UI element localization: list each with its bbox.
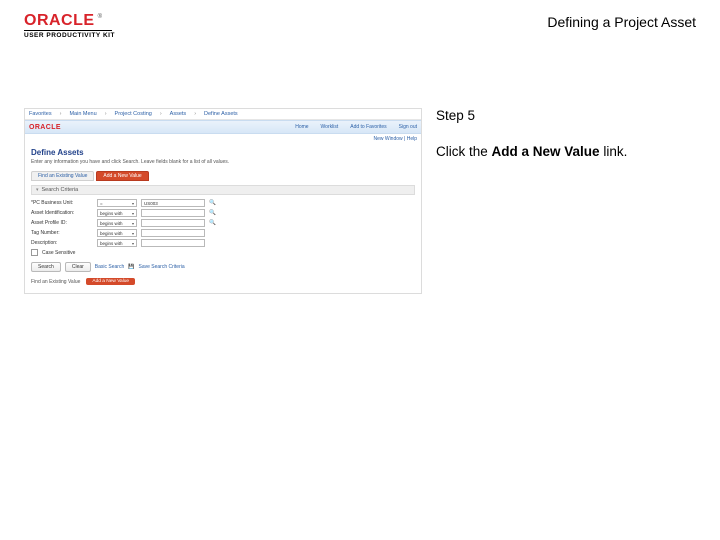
instr-suffix: link. <box>600 144 628 159</box>
lookup-icon[interactable]: 🔍 <box>209 210 216 216</box>
button-row: Search Clear Basic Search 💾 Save Search … <box>31 262 415 272</box>
chevron-down-icon: ▾ <box>132 231 134 236</box>
input-asset-profile[interactable] <box>141 219 205 227</box>
link-sign-out[interactable]: Sign out <box>399 124 417 130</box>
app-menu-row: New Window | Help <box>25 134 421 144</box>
instr-prefix: Click the <box>436 144 492 159</box>
instruction-text: Click the Add a New Value link. <box>436 143 696 161</box>
label-asset-profile: Asset Profile ID: <box>31 220 93 226</box>
footer-add-new-value[interactable]: Add a New Value <box>86 278 135 285</box>
chevron-down-icon: ▾ <box>132 201 134 206</box>
crumb-define-assets[interactable]: Define Assets <box>204 111 238 117</box>
search-criteria-header[interactable]: ▾ Search Criteria <box>31 185 415 195</box>
crumb-favorites[interactable]: Favorites <box>29 111 52 117</box>
instruction-column: Step 5 Click the Add a New Value link. <box>436 108 696 540</box>
instr-bold: Add a New Value <box>492 144 600 159</box>
link-new-window-help[interactable]: New Window | Help <box>373 136 417 142</box>
doc-header: ORACLE ® USER PRODUCTIVITY KIT Defining … <box>24 14 696 54</box>
crumb-main-menu[interactable]: Main Menu <box>69 111 96 117</box>
operator-select-bu[interactable]: =▾ <box>97 199 137 207</box>
app-page-subtitle: Enter any information you have and click… <box>31 159 415 165</box>
operator-select-profile[interactable]: begins with▾ <box>97 219 137 227</box>
row-description: Description: begins with▾ <box>31 239 415 247</box>
content-row: Favorites › Main Menu › Project Costing › A… <box>24 108 696 540</box>
step-label: Step 5 <box>436 108 696 123</box>
operator-select-desc[interactable]: begins with▾ <box>97 239 137 247</box>
crumb-project-costing[interactable]: Project Costing <box>115 111 152 117</box>
lookup-icon[interactable]: 🔍 <box>209 220 216 226</box>
footer-tab-links: Find an Existing Value Add a New Value <box>31 278 415 285</box>
app-screenshot: Favorites › Main Menu › Project Costing › A… <box>24 108 422 294</box>
row-business-unit: *PC Business Unit: =▾ US003 🔍 <box>31 199 415 207</box>
link-worklist[interactable]: Worklist <box>321 124 339 130</box>
chevron-down-icon: ▾ <box>132 221 134 226</box>
search-criteria-label: Search Criteria <box>42 187 79 193</box>
upk-subtitle: USER PRODUCTIVITY KIT <box>24 32 696 39</box>
tab-add-new-value[interactable]: Add a New Value <box>96 171 148 181</box>
operator-select-tag[interactable]: begins with▾ <box>97 229 137 237</box>
save-icon: 💾 <box>128 264 134 270</box>
input-asset-id[interactable] <box>141 209 205 217</box>
chevron-right-icon: › <box>160 111 162 117</box>
search-button[interactable]: Search <box>31 262 61 272</box>
link-add-favorites[interactable]: Add to Favorites <box>350 124 386 130</box>
app-page-title: Define Assets <box>31 148 415 157</box>
app-body: Define Assets Enter any information you … <box>25 144 421 293</box>
app-top-links: Home Worklist Add to Favorites Sign out <box>295 124 417 130</box>
crumb-assets[interactable]: Assets <box>170 111 187 117</box>
label-asset-id: Asset Identification: <box>31 210 93 216</box>
collapse-icon: ▾ <box>36 187 39 193</box>
footer-find-existing[interactable]: Find an Existing Value <box>31 279 80 285</box>
row-tag-number: Tag Number: begins with▾ <box>31 229 415 237</box>
input-description[interactable] <box>141 239 205 247</box>
basic-search-link[interactable]: Basic Search <box>95 264 124 270</box>
screenshot-column: Favorites › Main Menu › Project Costing › A… <box>24 108 422 540</box>
row-asset-profile: Asset Profile ID: begins with▾ 🔍 <box>31 219 415 227</box>
label-business-unit: *PC Business Unit: <box>31 200 93 206</box>
page-title: Defining a Project Asset <box>547 14 696 30</box>
input-tag-number[interactable] <box>141 229 205 237</box>
checkbox-case-sensitive[interactable] <box>31 249 38 256</box>
save-search-criteria-link[interactable]: Save Search Criteria <box>139 264 185 270</box>
logo-divider <box>24 30 112 31</box>
app-header-band: ORACLE Home Worklist Add to Favorites Si… <box>25 120 421 134</box>
row-asset-id: Asset Identification: begins with▾ 🔍 <box>31 209 415 217</box>
tab-find-existing[interactable]: Find an Existing Value <box>31 171 94 181</box>
input-business-unit[interactable]: US003 <box>141 199 205 207</box>
operator-select-assetid[interactable]: begins with▾ <box>97 209 137 217</box>
clear-button[interactable]: Clear <box>65 262 91 272</box>
lookup-icon[interactable]: 🔍 <box>209 200 216 206</box>
chevron-right-icon: › <box>60 111 62 117</box>
breadcrumb: Favorites › Main Menu › Project Costing › A… <box>25 109 421 120</box>
oracle-app-logo: ORACLE <box>29 124 61 131</box>
chevron-right-icon: › <box>105 111 107 117</box>
oracle-wordmark: ORACLE <box>24 14 95 28</box>
link-home[interactable]: Home <box>295 124 308 130</box>
chevron-down-icon: ▾ <box>132 241 134 246</box>
row-case-sensitive: Case Sensitive <box>31 249 415 256</box>
search-tabs: Find an Existing Value Add a New Value <box>31 171 415 181</box>
label-description: Description: <box>31 240 93 246</box>
label-tag-number: Tag Number: <box>31 230 93 236</box>
label-case-sensitive: Case Sensitive <box>42 250 75 256</box>
chevron-down-icon: ▾ <box>132 211 134 216</box>
chevron-right-icon: › <box>194 111 196 117</box>
registered-mark: ® <box>98 14 102 20</box>
